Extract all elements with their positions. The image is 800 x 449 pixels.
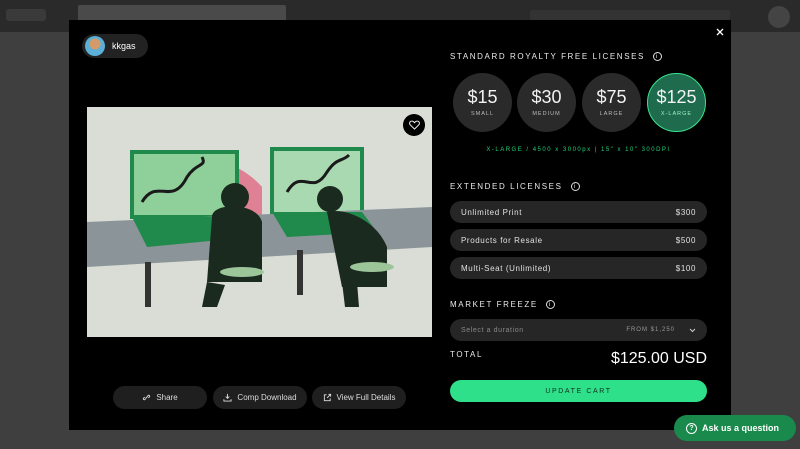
size-label: X-LARGE bbox=[660, 111, 693, 117]
view-details-label: View Full Details bbox=[336, 393, 396, 402]
extended-licenses-heading: EXTENDED LICENSES i bbox=[450, 182, 580, 191]
avatar bbox=[85, 36, 105, 56]
standard-licenses-title: STANDARD ROYALTY FREE LICENSES bbox=[450, 52, 645, 61]
size-price: $125 bbox=[656, 87, 697, 107]
share-button[interactable]: Share bbox=[113, 386, 207, 409]
info-icon[interactable]: i bbox=[653, 52, 662, 61]
background-avatar bbox=[768, 6, 790, 28]
market-freeze-title: MARKET FREEZE bbox=[450, 300, 538, 309]
size-price: $30 bbox=[531, 87, 562, 107]
share-label: Share bbox=[156, 393, 178, 402]
extended-license-label: Multi-Seat (Unlimited) bbox=[461, 263, 552, 273]
extended-license-label: Products for Resale bbox=[461, 235, 543, 245]
comp-download-label: Comp Download bbox=[237, 393, 297, 402]
external-link-icon bbox=[323, 393, 332, 402]
extended-license-unlimited-print[interactable]: Unlimited Print $300 bbox=[450, 201, 707, 223]
extended-license-label: Unlimited Print bbox=[461, 207, 523, 217]
total-value: $125.00 USD bbox=[610, 350, 707, 367]
background-nav bbox=[530, 10, 730, 20]
extended-license-multi-seat[interactable]: Multi-Seat (Unlimited) $100 bbox=[450, 257, 707, 279]
extended-license-products-resale[interactable]: Products for Resale $500 bbox=[450, 229, 707, 251]
info-icon[interactable]: i bbox=[545, 300, 555, 309]
size-option-small[interactable]: $15 SMALL bbox=[453, 73, 512, 132]
info-icon[interactable]: i bbox=[570, 182, 580, 191]
help-icon: ? bbox=[686, 422, 697, 434]
extended-license-price: $500 bbox=[675, 235, 696, 245]
size-option-medium[interactable]: $30 MEDIUM bbox=[517, 73, 576, 132]
size-price: $75 bbox=[596, 87, 627, 107]
ask-question-button[interactable]: ? Ask us a question bbox=[674, 415, 796, 441]
size-option-large[interactable]: $75 LARGE bbox=[582, 73, 641, 132]
background-logo bbox=[6, 9, 46, 21]
size-label: MEDIUM bbox=[532, 111, 561, 117]
size-price: $15 bbox=[467, 87, 498, 107]
license-modal: kkgas Share Comp Download View Full Deta… bbox=[69, 20, 731, 430]
view-details-button[interactable]: View Full Details bbox=[312, 386, 406, 409]
chevron-down-icon bbox=[689, 328, 696, 333]
favorite-button[interactable] bbox=[403, 114, 425, 136]
extended-license-price: $100 bbox=[675, 263, 696, 273]
freeze-from-price: FROM $1,250 bbox=[626, 327, 675, 333]
market-freeze-duration-select[interactable]: Select a duration FROM $1,250 bbox=[450, 319, 707, 341]
extended-licenses-title: EXTENDED LICENSES bbox=[450, 182, 563, 191]
heart-icon bbox=[408, 120, 420, 130]
ask-question-label: Ask us a question bbox=[702, 423, 780, 433]
share-icon bbox=[142, 393, 151, 402]
selected-size-dimensions: X-LARGE / 4500 x 3000px | 15" x 10" 300D… bbox=[486, 147, 671, 153]
extended-license-price: $300 bbox=[675, 207, 696, 217]
standard-licenses-heading: STANDARD ROYALTY FREE LICENSES i bbox=[450, 52, 662, 61]
size-option-xlarge[interactable]: $125 X-LARGE bbox=[647, 73, 706, 132]
background-search-bar bbox=[78, 5, 286, 21]
size-label: LARGE bbox=[599, 111, 624, 117]
close-icon[interactable] bbox=[713, 25, 727, 39]
user-chip[interactable]: kkgas bbox=[82, 34, 148, 58]
total-label: TOTAL bbox=[450, 350, 484, 359]
market-freeze-heading: MARKET FREEZE i bbox=[450, 300, 555, 309]
artwork-image bbox=[87, 107, 432, 337]
download-icon bbox=[223, 393, 232, 402]
comp-download-button[interactable]: Comp Download bbox=[213, 386, 307, 409]
username: kkgas bbox=[112, 41, 136, 51]
size-label: SMALL bbox=[470, 111, 495, 117]
update-cart-button[interactable]: UPDATE CART bbox=[450, 380, 707, 402]
duration-placeholder: Select a duration bbox=[461, 326, 524, 334]
